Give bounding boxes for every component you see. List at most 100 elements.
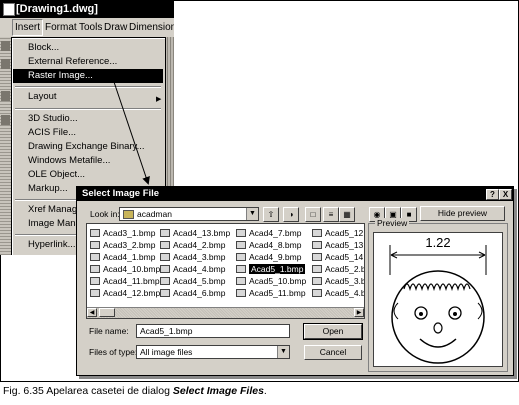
file-name-input[interactable]: Acad5_1.bmp [136,324,290,338]
submenu-arrow-icon: ▶ [156,96,162,103]
file-item-label: Acad3_2.bmp [103,240,156,250]
open-button[interactable]: Open [303,323,363,340]
file-item[interactable]: Acad5_4.b [312,287,364,299]
file-item-label: Acad5_12. [325,228,365,238]
file-item[interactable]: Acad5_3.b [312,275,365,287]
files-of-type-select[interactable]: All image files ▼ [136,345,290,359]
search-web-icon[interactable]: ◑ [283,207,299,222]
toolbar-strip-left [0,37,11,255]
select-image-file-dialog: Select Image File ? X Look in: acadman ▼… [76,186,514,376]
menu-item-external-reference[interactable]: External Reference... [28,55,117,69]
bitmap-file-icon [236,277,246,285]
bitmap-file-icon [160,241,170,249]
file-item[interactable]: Acad4_1.bmp [90,251,160,263]
file-item[interactable]: Acad5_10.bmp [236,275,306,287]
files-of-type-label: Files of type: [89,347,138,357]
menu-item-3d-studio[interactable]: 3D Studio... [28,112,78,126]
figure-caption: Fig. 6.35 Apelarea casetei de dialog Sel… [3,385,267,397]
file-item[interactable]: Acad4_9.bmp [236,251,306,263]
menu-item-layout[interactable]: Layout [28,90,57,104]
menu-item-ole-object[interactable]: OLE Object... [28,168,85,182]
file-item-label: Acad5_10.bmp [249,276,307,286]
bitmap-file-icon [236,253,246,261]
horizontal-scrollbar[interactable]: ◀ ▶ [87,307,364,318]
file-item-label: Acad4_6.bmp [173,288,226,298]
toolbar-icon[interactable] [1,115,10,125]
file-item[interactable]: Acad4_6.bmp [160,287,230,299]
file-item[interactable]: Acad5_14. [312,251,364,263]
file-item-label: Acad4_5.bmp [173,276,226,286]
file-item[interactable]: Acad5_11.bmp [236,287,306,299]
chevron-down-icon[interactable]: ▼ [246,208,258,220]
file-item[interactable]: Acad4_2.bmp [160,239,230,251]
menu-item-windows-metafile[interactable]: Windows Metafile... [28,154,110,168]
bitmap-file-icon [312,241,322,249]
chevron-down-icon[interactable]: ▼ [277,346,289,358]
hide-preview-button[interactable]: Hide preview [420,206,505,221]
menu-separator [15,86,161,88]
file-item-label: Acad4_7.bmp [249,228,302,238]
file-item[interactable]: Acad4_5.bmp [160,275,230,287]
bitmap-file-icon [312,277,322,285]
file-item[interactable]: Acad3_2.bmp [90,239,160,251]
file-item-label: Acad4_11.bmp [103,276,160,286]
menu-insert[interactable]: Insert [12,19,44,36]
up-one-level-icon[interactable]: ⇧ [263,207,279,222]
file-item-label: Acad4_12.bmp [103,288,161,298]
toolbar-icon[interactable] [1,91,10,101]
look-in-combo[interactable]: acadman ▼ [119,207,259,221]
file-item[interactable]: Acad5_1.bmp [236,263,306,275]
scroll-thumb[interactable] [99,308,115,317]
file-item-label: Acad4_9.bmp [249,252,302,262]
file-item[interactable]: Acad5_2.b [312,263,365,275]
file-item[interactable]: Acad4_13.bmp [160,227,230,239]
file-item[interactable]: Acad4_10.bmp [90,263,160,275]
caption-emphasis: Select Image Files [172,385,264,397]
file-item-label: Acad5_3.b [325,276,365,286]
toolbar-icon[interactable] [1,59,10,69]
list-view-icon[interactable]: ≡ [323,207,339,222]
bitmap-file-icon [90,289,100,297]
title-bar: [Drawing1.dwg] [0,0,174,18]
file-item[interactable]: Acad5_12. [312,227,365,239]
caption-suffix: . [263,385,267,397]
cancel-button[interactable]: Cancel [304,345,362,360]
toolbar-icon[interactable] [1,41,10,51]
help-button[interactable]: ? [486,189,499,200]
menu-format[interactable]: Format [45,18,77,37]
file-item-label: Acad5_13. [325,240,365,250]
menu-item-acis-file[interactable]: ACIS File... [28,126,76,140]
bitmap-file-icon [160,265,170,273]
file-item[interactable]: Acad4_12.bmp [90,287,160,299]
close-button[interactable]: X [499,189,512,200]
scroll-right-icon[interactable]: ▶ [354,308,364,317]
menu-item-block[interactable]: Block... [28,41,59,55]
menu-item-markup[interactable]: Markup... [28,182,68,196]
details-view-icon[interactable]: ▦ [339,207,355,222]
dialog-title: Select Image File [82,188,160,199]
file-item[interactable]: Acad4_7.bmp [236,227,306,239]
scroll-left-icon[interactable]: ◀ [87,308,97,317]
menu-dimension[interactable]: Dimension [129,18,174,37]
menu-draw[interactable]: Draw [104,18,127,37]
file-item[interactable]: Acad5_13. [312,239,365,251]
menu-item-drawing-exchange-binary[interactable]: Drawing Exchange Binary... [28,140,145,154]
file-item[interactable]: Acad4_4.bmp [160,263,230,275]
file-item[interactable]: Acad4_11.bmp [90,275,160,287]
file-item-label: Acad5_2.b [325,264,365,274]
new-folder-icon[interactable]: □ [305,207,321,222]
look-in-value: acadman [137,209,172,219]
file-item-label: Acad4_10.bmp [103,264,161,274]
file-item-label: Acad4_3.bmp [173,252,226,262]
app-icon[interactable] [3,3,15,16]
file-item[interactable]: Acad4_8.bmp [236,239,306,251]
bitmap-file-icon [236,265,246,273]
face-drawing-image [389,245,487,364]
file-item[interactable]: Acad3_1.bmp [90,227,160,239]
menu-item-raster-image[interactable]: Raster Image... [13,69,163,83]
file-item[interactable]: Acad4_3.bmp [160,251,230,263]
menu-tools[interactable]: Tools [79,18,102,37]
file-item-label: Acad5_1.bmp [249,264,306,274]
menu-item-hyperlink[interactable]: Hyperlink... [28,238,76,252]
bitmap-file-icon [90,229,100,237]
